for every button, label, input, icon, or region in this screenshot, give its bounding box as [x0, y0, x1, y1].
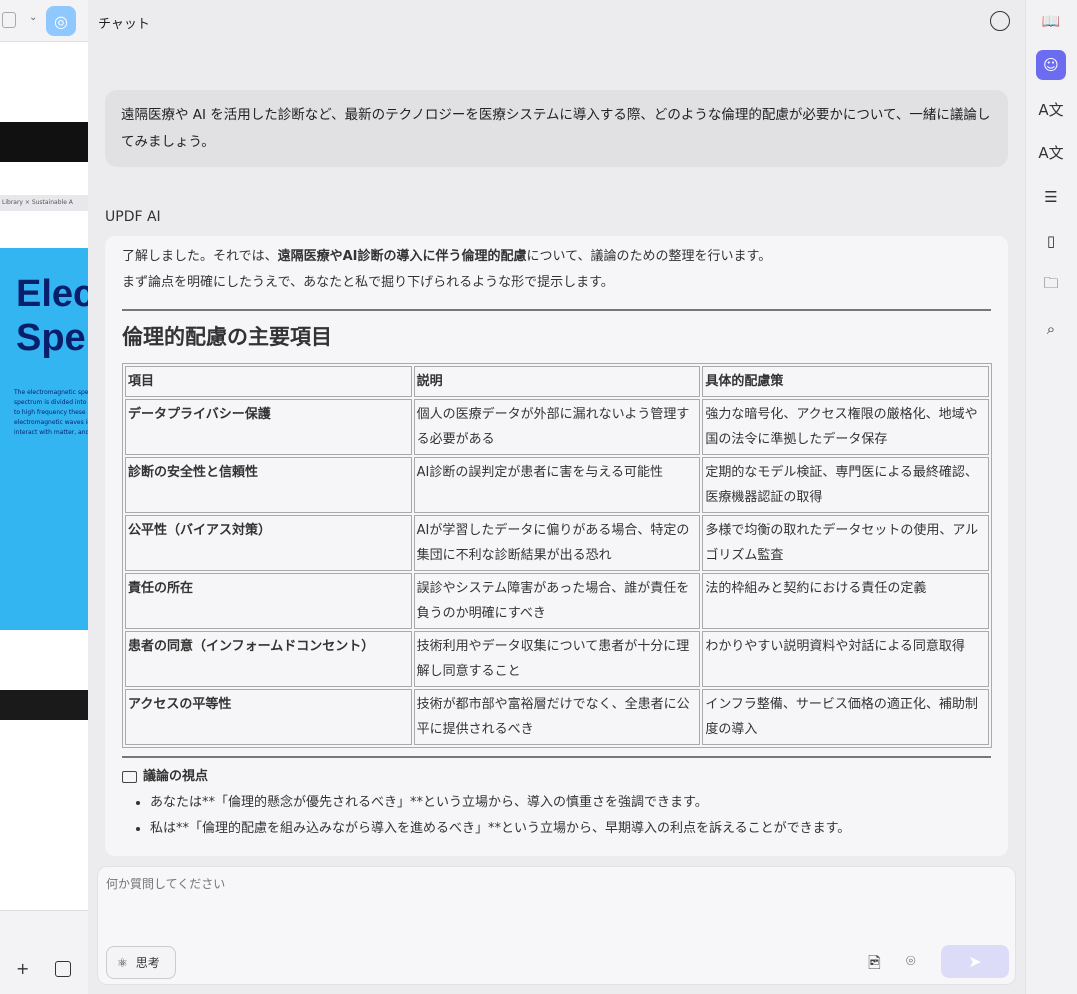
translate-page-icon[interactable]: A文 [1036, 137, 1066, 167]
ethics-table: 項目 説明 具体的配慮策 データプライバシー保護 個人の医療データが外部に漏れない… [122, 363, 992, 748]
dark-band [0, 122, 88, 162]
screenshot-icon[interactable]: ⌾ [906, 951, 916, 971]
table-row: 患者の同意（インフォームドコンセント） 技術利用やデータ収集について患者が十分に理… [125, 631, 989, 687]
user-message: 遠隔医療や AI を活用した診断など、最新のテクノロジーを医療システムに導入する… [105, 90, 1008, 167]
chat-bot-icon[interactable]: ☺ [1036, 50, 1066, 80]
table-row: 責任の所在 誤診やシステム障害があった場合、誰が責任を負うのか明確にすべき 法的枠組… [125, 573, 989, 629]
table-cell: わかりやすい説明資料や対話による同意取得 [702, 631, 989, 687]
discussion-heading: 議論の視点 [122, 764, 991, 790]
send-icon: ➤ [968, 952, 982, 971]
ai-reader-book-icon[interactable]: 📖 [1036, 6, 1066, 36]
table-cell: 個人の医療データが外部に漏れないよう管理する必要がある [413, 399, 701, 455]
think-button[interactable]: ⚛ 思考 [106, 946, 176, 979]
image-ai-icon[interactable]: 🖻 [868, 952, 881, 979]
list-item: 私は**「倫理的配慮を組み込みながら導入を進めるべき」**という立場から、早期導… [150, 816, 991, 842]
send-button[interactable]: ➤ [941, 945, 1009, 978]
updf-ai-logo-icon[interactable]: ◎ [46, 6, 76, 36]
background-bottom-bar: + [0, 910, 88, 994]
background-app-panel: ⌄ ◎ Library × Sustainable A Elec Spe The… [0, 0, 88, 994]
discussion-title: 議論の視点 [143, 769, 209, 784]
section-heading: 倫理的配慮の主要項目 [122, 325, 332, 349]
intro-paragraph-2: まず論点を明確にしたうえで、あなたと私で掘り下げられるような形で提示します。 [122, 275, 614, 290]
intro-text: 了解しました。それでは、 [122, 249, 278, 264]
poster-title: Elec Spe [16, 273, 88, 359]
table-cell: 技術が都市部や富裕層だけでなく、全患者に公平に提供されるべき [413, 689, 701, 745]
chat-input-box: ⚛ 思考 🖻 ⌾ ➤ [97, 866, 1016, 985]
page-title: チャット [98, 17, 150, 32]
table-cell: 多様で均衡の取れたデータセットの使用、アルゴリズム監査 [702, 515, 989, 571]
poster-preview: Elec Spe The electromagnetic spec spectr… [0, 248, 88, 630]
table-cell: アクセスの平等性 [125, 689, 412, 745]
discussion-list: あなたは**「倫理的懸念が優先されるべき」**という立場から、導入の慎重さを強調… [122, 790, 991, 842]
ai-sender-label: UPDF AI [105, 209, 161, 225]
table-cell: 強力な暗号化、アクセス権限の厳格化、地域や国の法令に準拠したデータ保存 [702, 399, 989, 455]
background-toolbar: ⌄ ◎ [0, 0, 88, 42]
table-cell: 技術利用やデータ収集について患者が十分に理解し同意すること [413, 631, 701, 687]
table-cell: 誤診やシステム障害があった場合、誰が責任を負うのか明確にすべき [413, 573, 701, 629]
intro-paragraph: 了解しました。それでは、遠隔医療やAI診断の導入に伴う倫理的配慮について、議論の… [122, 244, 991, 270]
summarize-doc-icon[interactable]: ☰ [1036, 182, 1066, 212]
think-label: 思考 [135, 956, 160, 970]
comment-icon [122, 771, 137, 783]
ai-response: 了解しました。それでは、遠隔医療やAI診断の導入に伴う倫理的配慮について、議論の… [105, 236, 1008, 856]
poster-text: The electromagnetic spec spectrum is div… [14, 389, 88, 436]
table-cell: AIが学習したデータに偏りがある場合、特定の集団に不利な診断結果が出る恐れ [413, 515, 701, 571]
chat-panel: チャット 遠隔医療や AI を活用した診断など、最新のテクノロジーを医療システム… [88, 0, 1025, 994]
table-row: データプライバシー保護 個人の医療データが外部に漏れないよう管理する必要がある 強力… [125, 399, 989, 455]
table-cell: 法的枠組みと契約における責任の定義 [702, 573, 989, 629]
dark-band-2 [0, 690, 88, 720]
table-cell: 患者の同意（インフォームドコンセント） [125, 631, 412, 687]
table-cell: インフラ整備、サービス価格の適正化、補助制度の導入 [702, 689, 989, 745]
intro-text-end: について、議論のための整理を行います。 [526, 249, 772, 264]
table-cell: 公平性（バイアス対策） [125, 515, 412, 571]
table-cell: データプライバシー保護 [125, 399, 412, 455]
table-cell: 診断の安全性と信頼性 [125, 457, 412, 513]
chat-input[interactable] [106, 875, 986, 935]
table-cell: AI診断の誤判定が患者に害を与える可能性 [413, 457, 701, 513]
fit-icon[interactable] [55, 961, 71, 977]
table-row: 診断の安全性と信頼性 AI診断の誤判定が患者に害を与える可能性 定期的なモデル検証、… [125, 457, 989, 513]
atom-icon: ⚛ [117, 955, 128, 970]
folder-ai-icon[interactable]: 🗀 [1036, 270, 1066, 300]
divider [122, 756, 991, 758]
right-toolbar: 📖 ☺ A文 A文 ☰ ▯ 🗀 ⌕ [1025, 0, 1077, 994]
table-header: 項目 [125, 366, 412, 397]
translate-icon[interactable]: A文 [1036, 94, 1066, 124]
intro-bold: 遠隔医療やAI診断の導入に伴う倫理的配慮 [277, 249, 527, 264]
chevron-down-icon[interactable]: ⌄ [29, 12, 37, 23]
table-header: 説明 [413, 366, 701, 397]
history-clock-icon[interactable] [990, 11, 1010, 31]
table-header: 具体的配慮策 [702, 366, 989, 397]
list-item: あなたは**「倫理的懸念が優先されるべき」**という立場から、導入の慎重さを強調… [150, 790, 991, 816]
divider [122, 309, 991, 311]
table-row: アクセスの平等性 技術が都市部や富裕層だけでなく、全患者に公平に提供されるべき イン… [125, 689, 989, 745]
screenshot-icon[interactable] [2, 12, 16, 28]
ai-search-icon[interactable]: ⌕ [1036, 314, 1066, 344]
table-row: 公平性（バイアス対策） AIが学習したデータに偏りがある場合、特定の集団に不利な診… [125, 515, 989, 571]
plus-icon[interactable]: + [16, 959, 29, 978]
table-cell: 責任の所在 [125, 573, 412, 629]
background-tabs: Library × Sustainable A [0, 195, 88, 211]
book-icon[interactable]: ▯ [1036, 226, 1066, 256]
table-cell: 定期的なモデル検証、専門医による最終確認、医療機器認証の取得 [702, 457, 989, 513]
